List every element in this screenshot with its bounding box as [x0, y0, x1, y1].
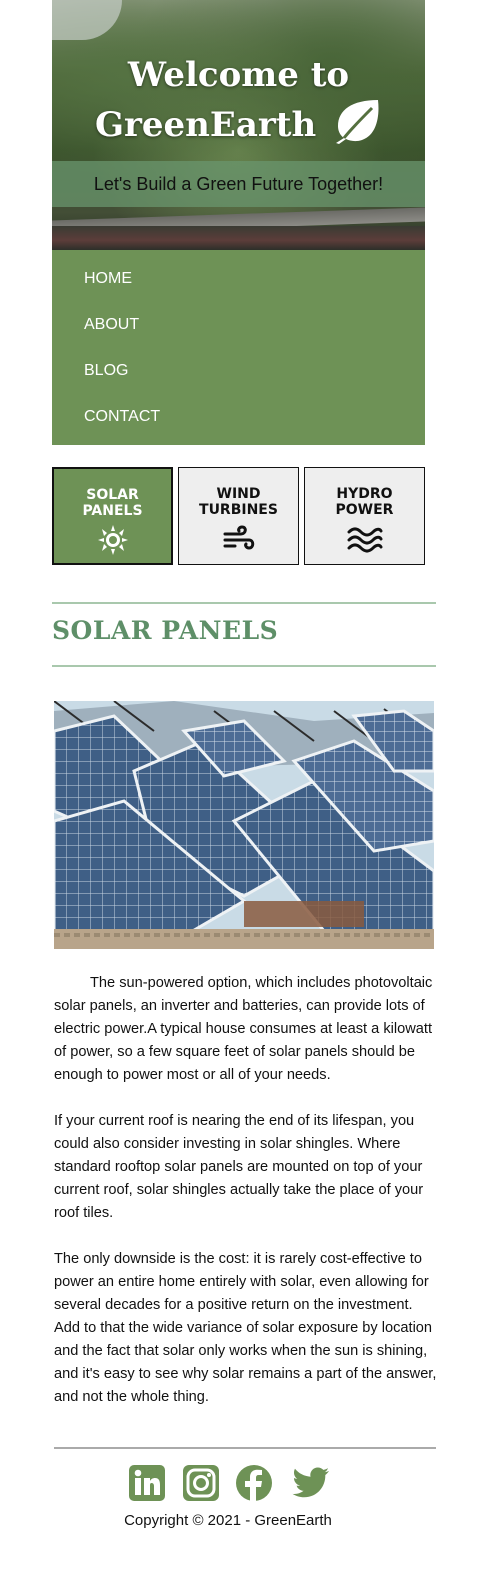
nav-item-contact[interactable]: CONTACT [84, 408, 160, 426]
section-bottom-rule [52, 665, 436, 667]
linkedin-icon[interactable] [128, 1464, 166, 1502]
main-nav: HOME ABOUT BLOG CONTACT [52, 250, 425, 445]
tab-label-line2: PANELS [82, 503, 143, 519]
solar-panels-image [54, 701, 434, 949]
title-line-1: Welcome to [127, 55, 350, 95]
tab-wind-turbines[interactable]: WIND TURBINES [178, 467, 299, 565]
paragraph: The sun-powered option, which includes p… [54, 975, 433, 1083]
tab-hydro-power[interactable]: HYDRO POWER [304, 467, 425, 565]
paragraph: If your current roof is nearing the end … [54, 1113, 424, 1221]
sun-icon [97, 525, 128, 555]
hero-banner: Welcome to GreenEarth Let's Build a Gree… [52, 0, 425, 250]
tab-label-line1: WIND [216, 486, 261, 502]
twitter-icon[interactable] [292, 1464, 330, 1502]
tab-label-line1: SOLAR [86, 487, 139, 503]
leaf-icon [336, 100, 379, 144]
section-title: SOLAR PANELS [52, 616, 279, 645]
tab-label-line1: HYDRO [336, 486, 393, 502]
nav-item-about[interactable]: ABOUT [84, 316, 139, 334]
nav-item-blog[interactable]: BLOG [84, 362, 128, 380]
nav-item-home[interactable]: HOME [84, 270, 132, 288]
footer-rule [54, 1447, 436, 1449]
section-content: The sun-powered option, which includes p… [54, 972, 438, 1432]
energy-tabs: SOLAR PANELS WIND TURBINES HYDRO POWER [52, 467, 425, 567]
social-links [128, 1464, 338, 1504]
paragraph: The only downside is the cost: it is rar… [54, 1251, 437, 1405]
hero-sky [52, 0, 122, 40]
copyright-text: Copyright © 2021 - GreenEarth [124, 1512, 332, 1529]
tab-label-line2: TURBINES [199, 502, 278, 518]
tab-solar-panels[interactable]: SOLAR PANELS [52, 467, 173, 565]
wind-icon [223, 525, 254, 550]
title-line-2: GreenEarth [94, 105, 317, 145]
page-title: Welcome to GreenEarth [52, 52, 425, 148]
hero-water [52, 226, 425, 250]
tagline: Let's Build a Green Future Together! [52, 161, 425, 207]
water-icon [347, 527, 382, 553]
facebook-icon[interactable] [235, 1464, 273, 1502]
instagram-icon[interactable] [182, 1464, 220, 1502]
tab-label-line2: POWER [335, 502, 394, 518]
section-top-rule [52, 602, 436, 604]
